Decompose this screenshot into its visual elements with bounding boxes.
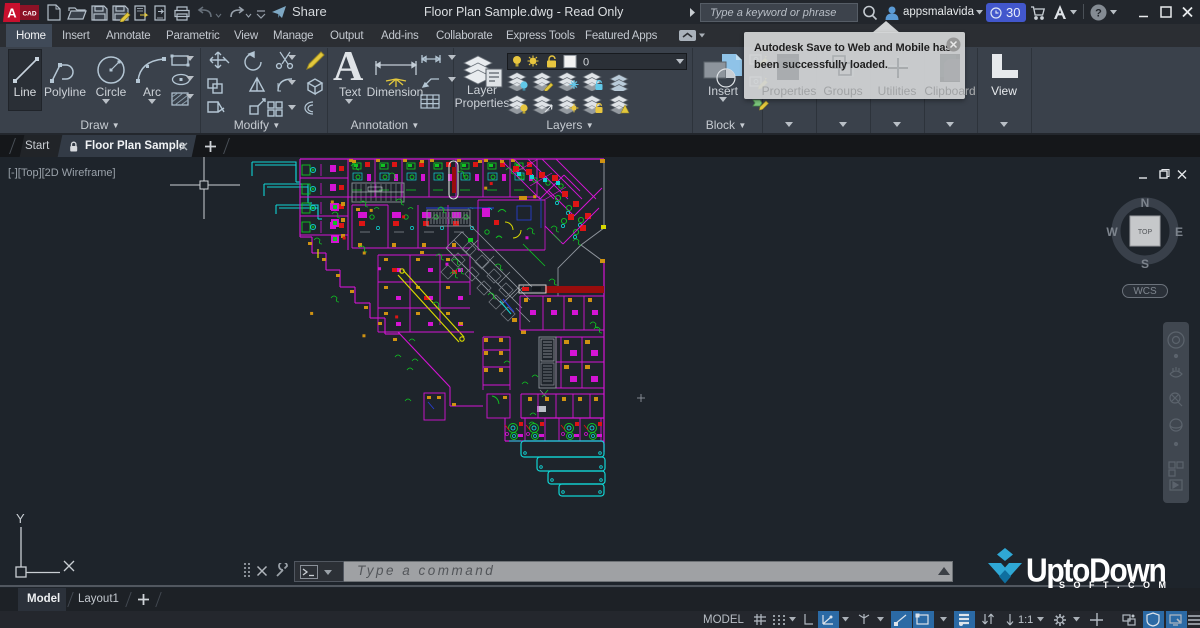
svg-text:?: ? [1095, 8, 1102, 20]
svg-text:TOP: TOP [1138, 229, 1153, 236]
svg-text:S: S [1141, 257, 1149, 271]
svg-text:W: W [1106, 225, 1118, 239]
svg-text:A: A [7, 6, 17, 21]
svg-text:E: E [1175, 225, 1183, 239]
svg-text:Y: Y [16, 511, 25, 526]
svg-text:CAD: CAD [22, 11, 36, 18]
svg-text:0: 0 [583, 57, 589, 69]
svg-text:N: N [1141, 196, 1150, 210]
